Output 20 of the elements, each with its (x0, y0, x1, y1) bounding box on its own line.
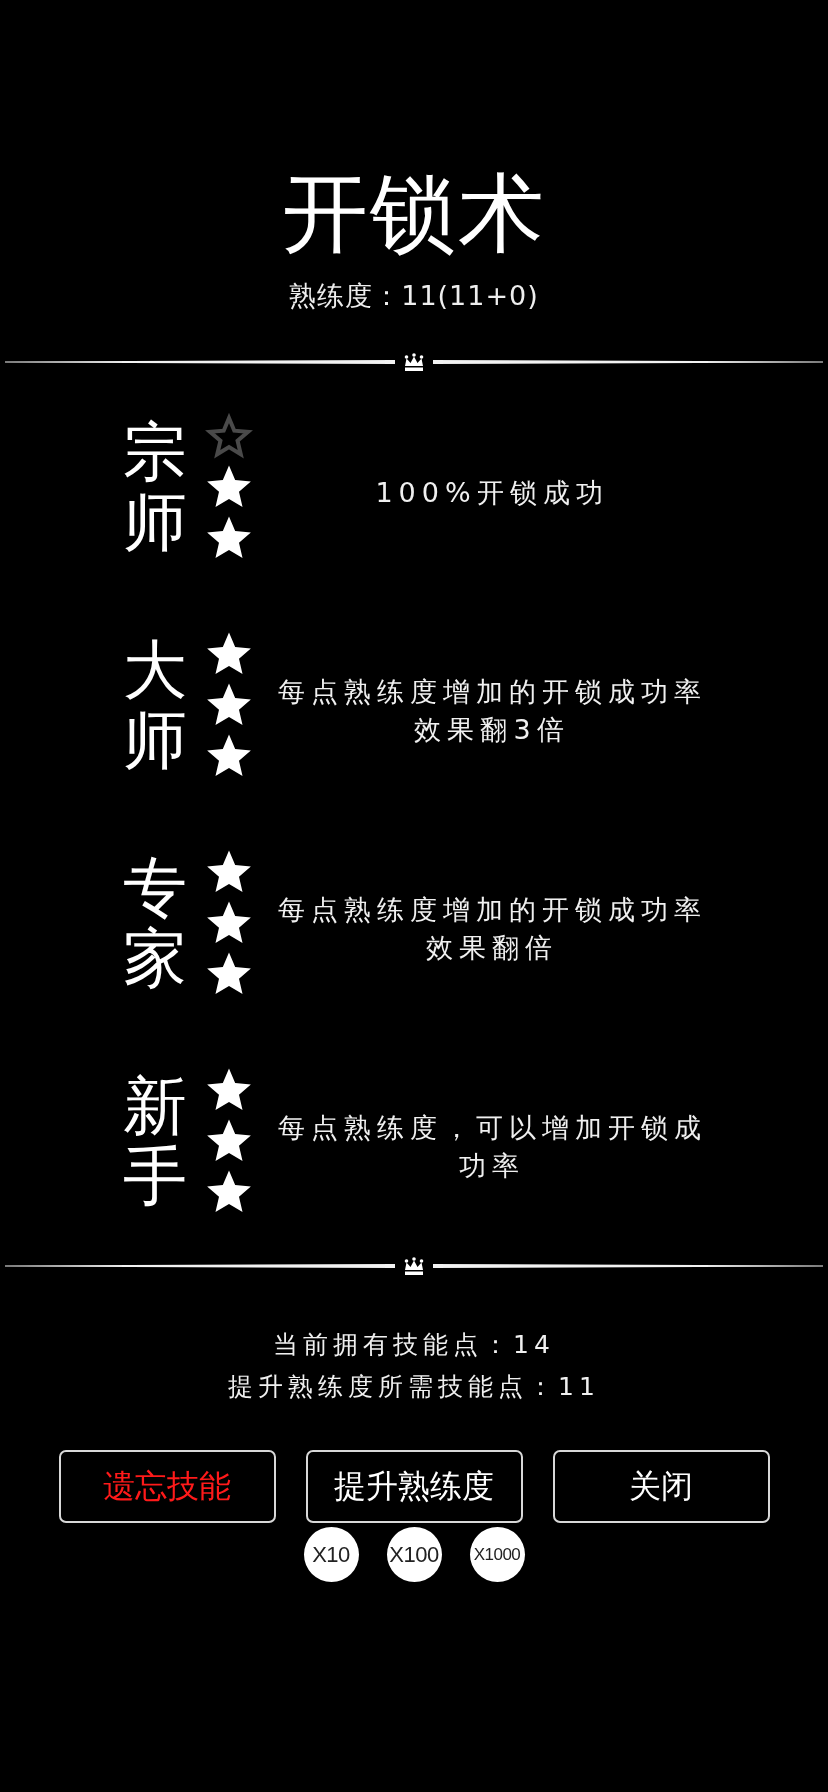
required-points-text: 提升熟练度所需技能点：11 (228, 1371, 600, 1403)
multiplier-button[interactable]: X100 (386, 1527, 442, 1582)
crown-icon (403, 352, 425, 372)
action-button[interactable]: 关闭 (552, 1450, 770, 1523)
rank-effect: 100%开锁成功 (374, 476, 610, 510)
rank-effect: 每点熟练度增加的开锁成功率效果翻3倍 (276, 675, 708, 747)
rank-name: 宗师 (123, 416, 187, 558)
multiplier-button[interactable]: X10 (303, 1527, 359, 1582)
action-button[interactable]: 提升熟练度 (305, 1450, 523, 1523)
rank-name: 专家 (123, 852, 187, 994)
rank-effect: 每点熟练度增加的开锁成功率效果翻倍 (276, 893, 708, 965)
skill-title: 开锁术 (282, 168, 546, 258)
rank-name: 大师 (123, 634, 187, 776)
proficiency-text: 熟练度：11(11+0) (289, 280, 539, 312)
crown-icon (403, 1256, 425, 1276)
action-button[interactable]: 遗忘技能 (58, 1450, 276, 1523)
multiplier-button[interactable]: X1000 (469, 1527, 525, 1582)
rank-effect: 每点熟练度，可以增加开锁成功率 (276, 1111, 708, 1183)
rank-name: 新手 (123, 1070, 187, 1212)
skill-points-text: 当前拥有技能点：14 (273, 1329, 555, 1361)
